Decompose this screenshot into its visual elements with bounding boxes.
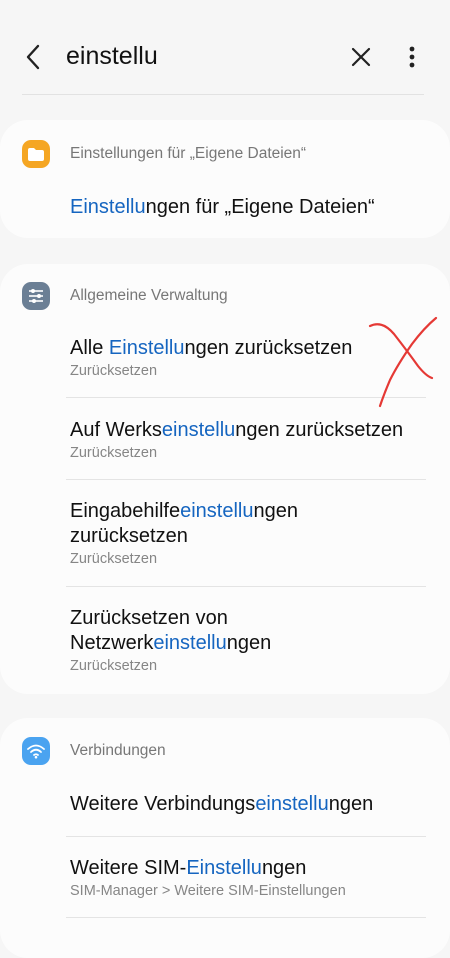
divider <box>66 586 426 587</box>
result-title: Einstellungen für „Eigene Dateien“ <box>70 196 375 218</box>
result-item-sim-einstellungen[interactable]: Weitere SIM-Einstellungen SIM-Manager > … <box>70 856 430 899</box>
more-options-button[interactable] <box>400 42 424 72</box>
result-title: Eingabehilfeeinstellungen zurücksetzen <box>70 500 298 547</box>
divider <box>66 917 426 918</box>
sliders-icon <box>22 282 50 310</box>
result-item-eigene-dateien[interactable]: Einstellungen für „Eigene Dateien“ <box>70 195 430 220</box>
divider <box>66 479 426 480</box>
result-subtitle: Zurücksetzen <box>70 551 158 567</box>
red-cross-annotation <box>368 316 438 408</box>
more-vert-icon <box>409 46 415 68</box>
section-label: Allgemeine Verwaltung <box>70 287 228 304</box>
result-item-werkseinstellungen[interactable]: Auf Werkseinstellungen zurücksetzen Zurü… <box>70 418 430 461</box>
search-app-bar: einstellu <box>0 0 450 96</box>
result-item-eingabehilfe[interactable]: Eingabehilfeeinstellungen zurücksetzen Zu… <box>70 499 430 567</box>
section-card-my-files: Einstellungen für „Eigene Dateien“ Einst… <box>0 120 450 238</box>
result-title: Weitere Verbindungseinstellungen <box>70 793 374 815</box>
result-item-netzwerkeinstellungen[interactable]: Zurücksetzen von Netzwerkeinstellungen Zu… <box>70 606 430 674</box>
search-input[interactable]: einstellu <box>66 42 158 71</box>
result-title: Weitere SIM-Einstellungen <box>70 857 307 879</box>
back-arrow-icon <box>26 44 40 70</box>
section-card-connections: Verbindungen Weitere Verbindungseinstell… <box>0 718 450 958</box>
result-subtitle: Zurücksetzen <box>70 658 158 674</box>
result-title: Zurücksetzen von Netzwerkeinstellungen <box>70 607 272 654</box>
divider <box>66 836 426 837</box>
section-label: Verbindungen <box>70 742 166 759</box>
result-subtitle: Zurücksetzen <box>70 445 158 461</box>
result-item-verbindungseinstellungen[interactable]: Weitere Verbindungseinstellungen <box>70 792 430 817</box>
section-header: Allgemeine Verwaltung <box>22 282 228 310</box>
section-label: Einstellungen für „Eigene Dateien“ <box>70 145 307 162</box>
result-title: Auf Werkseinstellungen zurücksetzen <box>70 419 404 441</box>
close-icon <box>351 47 371 67</box>
section-header: Einstellungen für „Eigene Dateien“ <box>22 140 306 168</box>
result-subtitle: SIM-Manager > Weitere SIM-Einstellungen <box>70 883 346 899</box>
back-button[interactable] <box>18 40 48 74</box>
section-header: Verbindungen <box>22 737 166 765</box>
divider <box>22 94 424 95</box>
folder-icon <box>22 140 50 168</box>
wifi-icon <box>22 737 50 765</box>
clear-search-button[interactable] <box>346 42 376 72</box>
